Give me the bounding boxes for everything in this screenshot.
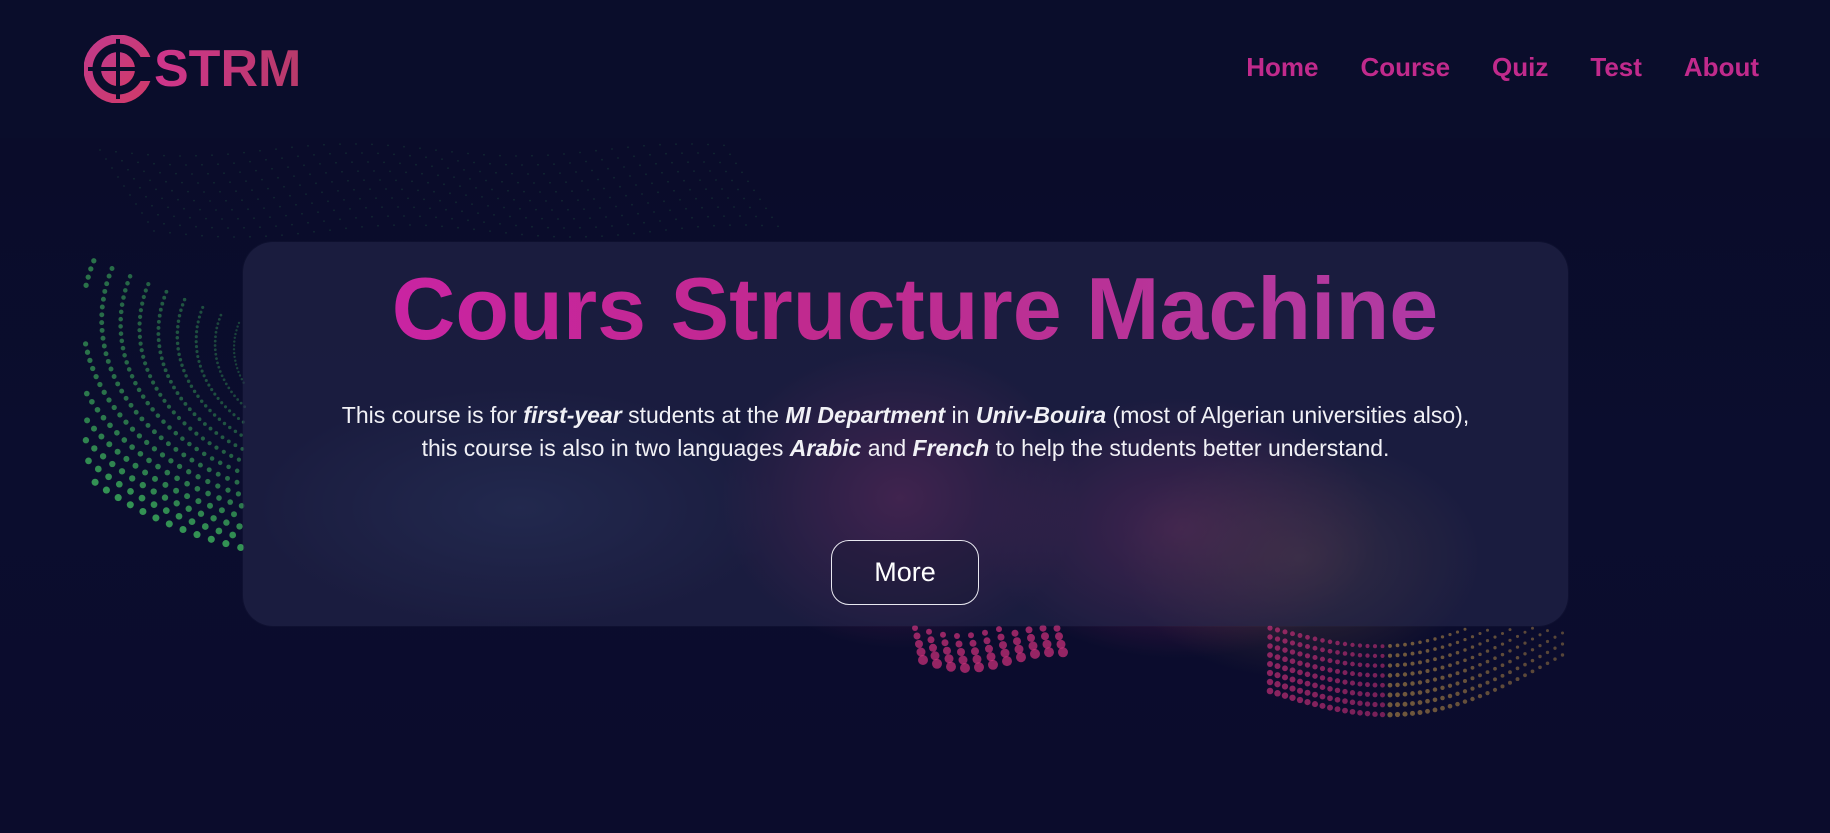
logo[interactable]: STRM <box>84 35 301 103</box>
desc-text: (most of Algerian universities also), <box>1106 402 1470 428</box>
hero-title: Cours Structure Machine <box>0 265 1830 353</box>
desc-text: This course is for <box>341 402 524 428</box>
page: Cours Structure Machine This course is f… <box>0 0 1830 833</box>
main-nav: Home Course Quiz Test About <box>1246 52 1759 83</box>
desc-text: in <box>945 402 976 428</box>
desc-emphasis: French <box>912 435 990 461</box>
nav-test[interactable]: Test <box>1590 52 1642 83</box>
desc-text: students at the <box>621 402 786 428</box>
desc-text: and <box>861 435 913 461</box>
logo-text: STRM <box>154 40 302 98</box>
hero-description: This course is for first-year students a… <box>243 399 1568 465</box>
more-button[interactable]: More <box>831 540 979 605</box>
desc-emphasis: Univ-Bouira <box>975 402 1107 428</box>
strm-logo-icon <box>84 35 152 103</box>
nav-home[interactable]: Home <box>1246 52 1318 83</box>
desc-text: this course is also in two languages <box>421 435 790 461</box>
desc-text: to help the students better understand. <box>989 435 1390 461</box>
desc-emphasis: Arabic <box>789 435 862 461</box>
nav-quiz[interactable]: Quiz <box>1492 52 1548 83</box>
site-header: STRM Home Course Quiz Test About <box>0 0 1830 138</box>
desc-emphasis: first-year <box>523 402 622 428</box>
nav-course[interactable]: Course <box>1360 52 1450 83</box>
nav-about[interactable]: About <box>1684 52 1759 83</box>
desc-emphasis: MI Department <box>785 402 946 428</box>
